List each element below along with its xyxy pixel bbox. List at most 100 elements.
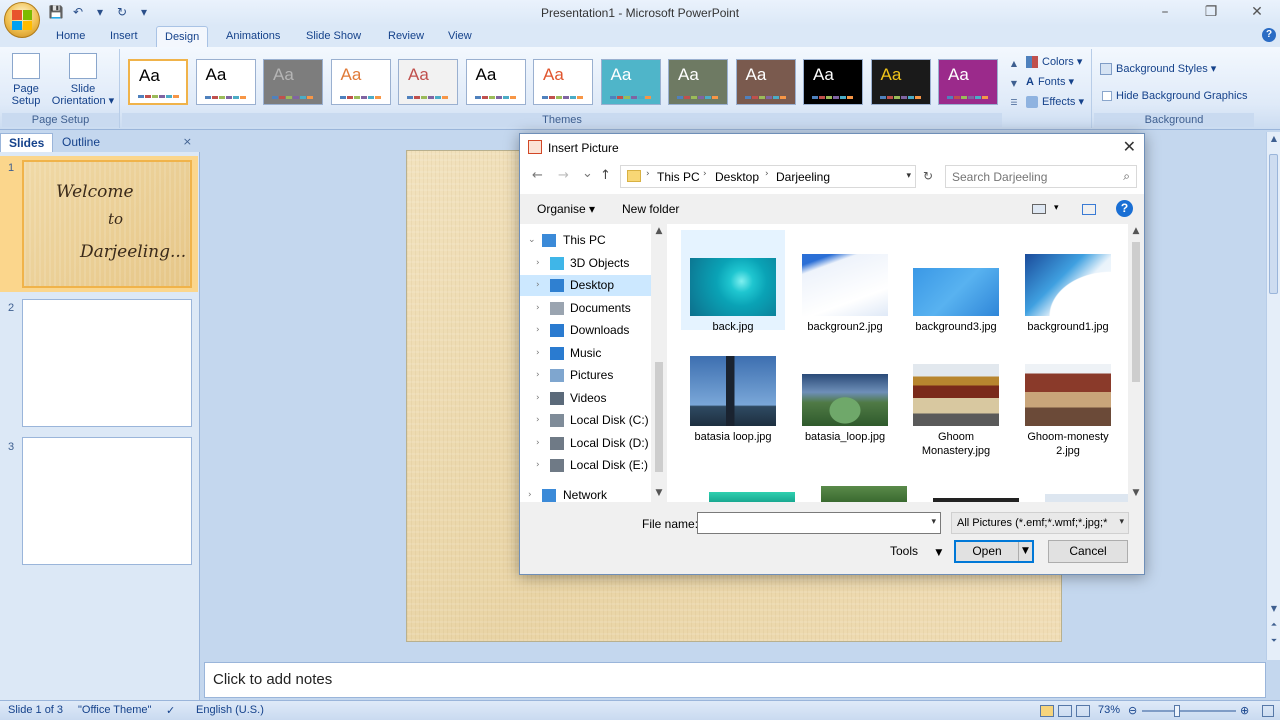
chevron-right-icon[interactable]: ›: [536, 253, 540, 274]
file-name-input[interactable]: [702, 516, 922, 532]
search-box[interactable]: ⌕: [945, 165, 1137, 188]
tree-item[interactable]: › Local Disk (D:): [520, 433, 652, 454]
file-item[interactable]: background3.jpg: [904, 230, 1008, 333]
chevron-right-icon[interactable]: ›: [536, 455, 540, 476]
zoom-in-icon[interactable]: ⊕: [1240, 704, 1249, 717]
open-button[interactable]: Open ▼: [954, 540, 1034, 563]
tree-item[interactable]: › Local Disk (C:): [520, 410, 652, 431]
scroll-up-icon[interactable]: ▲: [1267, 134, 1280, 143]
tree-item[interactable]: › Pictures: [520, 365, 652, 386]
tab-slide-show[interactable]: Slide Show: [298, 26, 369, 47]
organise-button[interactable]: Organise ▾: [537, 202, 595, 216]
tree-item[interactable]: › Videos: [520, 388, 652, 409]
address-dropdown-icon[interactable]: ▾: [906, 171, 911, 181]
normal-view-icon[interactable]: [1040, 705, 1054, 717]
zoom-out-icon[interactable]: ⊖: [1128, 704, 1137, 717]
theme-4[interactable]: Aa: [330, 59, 391, 105]
tree-item[interactable]: › Desktop: [520, 275, 652, 296]
tab-home[interactable]: Home: [48, 26, 93, 47]
slide-orientation-button[interactable]: Slide Orientation ▾: [50, 53, 116, 107]
chevron-right-icon[interactable]: ›: [536, 275, 540, 296]
file-item[interactable]: batasia loop.jpg: [681, 350, 785, 460]
cancel-button[interactable]: Cancel: [1048, 540, 1128, 563]
hide-background-graphics-checkbox[interactable]: Hide Background Graphics: [1102, 90, 1247, 102]
chevron-right-icon[interactable]: ›: [536, 365, 540, 386]
chevron-right-icon[interactable]: ›: [536, 298, 540, 319]
theme-13[interactable]: Aa: [938, 59, 998, 105]
tab-animations[interactable]: Animations: [218, 26, 288, 47]
theme-9[interactable]: Aa: [668, 59, 728, 105]
background-styles-button[interactable]: Background Styles ▾: [1100, 62, 1216, 75]
tools-button[interactable]: Tools ▼: [890, 544, 942, 558]
search-input[interactable]: [952, 169, 1112, 185]
breadcrumb-this-pc[interactable]: This PC: [657, 170, 700, 184]
gallery-scroll[interactable]: ▲ ▼ ☰: [1008, 59, 1020, 107]
theme-1[interactable]: Aa: [128, 59, 188, 105]
tab-outline[interactable]: Outline: [54, 133, 108, 152]
file-item[interactable]: backgroun2.jpg: [793, 230, 897, 333]
vertical-scrollbar[interactable]: ▲ ▼ ⏶ ⏷: [1266, 132, 1280, 660]
refresh-icon[interactable]: ↻: [918, 165, 938, 188]
view-dropdown-icon[interactable]: ▾: [1054, 203, 1059, 213]
next-slide-icon[interactable]: ⏷: [1267, 636, 1280, 646]
theme-7[interactable]: Aa: [533, 59, 593, 105]
tab-slides[interactable]: Slides: [0, 133, 54, 152]
file-type-filter[interactable]: All Pictures (*.emf;*.wmf;*.jpg;* ▾: [951, 512, 1129, 534]
file-name-dropdown-icon[interactable]: ▾: [931, 517, 936, 527]
preview-pane-icon[interactable]: [1082, 204, 1096, 215]
slide-thumbnail-2[interactable]: [22, 299, 192, 427]
tab-insert[interactable]: Insert: [102, 26, 146, 47]
gallery-up-icon[interactable]: ▲: [1008, 59, 1020, 68]
tree-item[interactable]: › Music: [520, 343, 652, 364]
scroll-down-icon[interactable]: ▼: [1267, 604, 1280, 613]
fit-slide-icon[interactable]: [1262, 705, 1274, 717]
forward-icon[interactable]: →: [558, 168, 569, 183]
dialog-help-icon[interactable]: ?: [1116, 200, 1133, 217]
theme-11[interactable]: Aa: [803, 59, 863, 105]
theme-8[interactable]: Aa: [600, 59, 661, 105]
zoom-slider[interactable]: [1142, 710, 1236, 712]
file-name-field[interactable]: ▾: [697, 512, 941, 534]
colors-button[interactable]: Colors ▾: [1026, 55, 1082, 68]
office-button[interactable]: [4, 2, 40, 38]
file-type-dropdown-icon[interactable]: ▾: [1119, 517, 1124, 527]
spelling-check-icon[interactable]: ✓: [166, 704, 175, 717]
chevron-right-icon[interactable]: ›: [536, 388, 540, 409]
scroll-down-icon[interactable]: ▼: [651, 488, 667, 498]
chevron-right-icon[interactable]: ›: [528, 485, 532, 502]
change-view-icon[interactable]: [1032, 204, 1046, 214]
effects-button[interactable]: Effects ▾: [1026, 95, 1084, 108]
theme-10[interactable]: Aa: [735, 59, 796, 105]
up-folder-icon[interactable]: ↑: [600, 168, 611, 183]
file-item[interactable]: background1.jpg: [1016, 230, 1120, 333]
theme-2[interactable]: Aa: [195, 59, 256, 105]
chevron-right-icon[interactable]: ›: [536, 343, 540, 364]
theme-5[interactable]: Aa: [398, 59, 458, 105]
help-icon[interactable]: ?: [1262, 28, 1276, 42]
scroll-thumb[interactable]: [655, 362, 663, 472]
tree-item[interactable]: › Network: [520, 485, 652, 502]
file-item[interactable]: Ghoom Monastery.jpg: [904, 350, 1008, 460]
zoom-slider-handle[interactable]: [1174, 705, 1180, 717]
breadcrumb-desktop[interactable]: Desktop: [715, 170, 759, 184]
chevron-right-icon[interactable]: ›: [536, 433, 540, 454]
theme-3[interactable]: Aa: [263, 59, 323, 105]
scroll-up-icon[interactable]: ▲: [1128, 226, 1144, 236]
zoom-level[interactable]: 73%: [1098, 704, 1120, 716]
theme-12[interactable]: Aa: [870, 59, 931, 105]
slide-sorter-icon[interactable]: [1058, 705, 1072, 717]
tree-item[interactable]: › Downloads: [520, 320, 652, 341]
gallery-down-icon[interactable]: ▼: [1008, 79, 1020, 88]
scroll-thumb[interactable]: [1269, 154, 1278, 294]
scroll-thumb[interactable]: [1132, 242, 1140, 382]
close-button[interactable]: ✕: [1234, 0, 1280, 26]
scroll-down-icon[interactable]: ▼: [1128, 488, 1144, 498]
address-bar[interactable]: › This PC › Desktop › Darjeeling ▾: [620, 165, 916, 188]
tree-item[interactable]: ⌄ This PC: [520, 230, 652, 251]
gallery-more-icon[interactable]: ☰: [1008, 98, 1020, 107]
minimize-button[interactable]: –: [1142, 0, 1188, 26]
new-folder-button[interactable]: New folder: [622, 202, 679, 216]
recent-locations-icon[interactable]: ⌄: [582, 166, 593, 181]
tree-item[interactable]: › 3D Objects: [520, 253, 652, 274]
tree-item[interactable]: › Local Disk (E:): [520, 455, 652, 476]
